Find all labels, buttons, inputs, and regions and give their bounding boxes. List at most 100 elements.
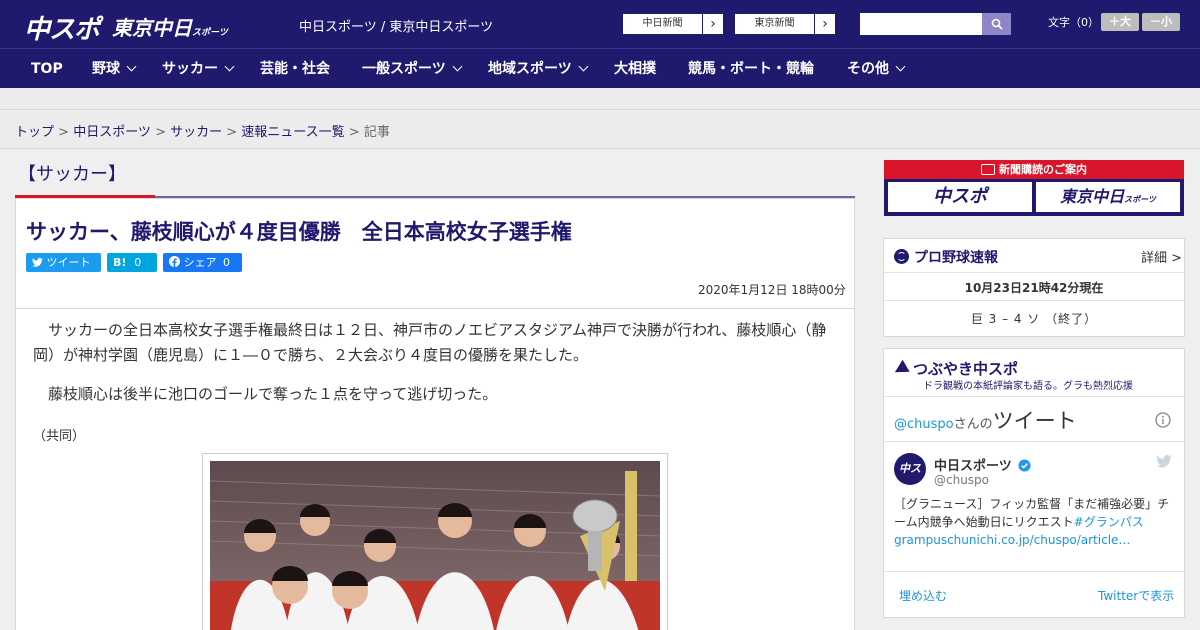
divider <box>884 571 1184 572</box>
search-button[interactable] <box>982 13 1011 35</box>
info-icon[interactable] <box>1155 412 1171 428</box>
nav-item-label: TOP <box>31 61 63 77</box>
twitter-bird-icon[interactable] <box>1156 455 1172 468</box>
ext-link-label: 東京新聞 <box>735 14 815 34</box>
divider <box>884 300 1184 301</box>
verified-badge-icon <box>1018 459 1031 472</box>
nav-item-soccer[interactable]: サッカー <box>162 49 235 89</box>
nav-item-baseball[interactable]: 野球 <box>92 49 137 89</box>
font-size-label: 文字（0） <box>1048 16 1099 29</box>
search-icon <box>991 18 1003 30</box>
category-heading: 【サッカー】 <box>18 164 126 185</box>
tokyo-chunichi-logo[interactable]: 東京中日スポーツ <box>112 12 228 41</box>
baseball-detail-link[interactable]: 詳細 > <box>1141 247 1182 266</box>
article-credit: （共同） <box>33 429 86 444</box>
article-paragraph: 藤枝順心は後半に池口のゴールで奪った１点を守って逃げ切った。 <box>33 385 498 403</box>
facebook-share-count: 0 <box>223 256 230 269</box>
breadcrumb-separator: > <box>344 125 364 140</box>
tweet-link[interactable]: grampuschunichi.co.jp/chuspo/article… <box>894 533 1130 547</box>
nav-item-regional-sports[interactable]: 地域スポーツ <box>488 49 589 89</box>
nav-item-general-sports[interactable]: 一般スポーツ <box>362 49 463 89</box>
article-date: 2020年1月12日 18時00分 <box>698 283 846 297</box>
hatena-count: 0 <box>134 256 142 269</box>
breadcrumb: トップ > 中日スポーツ > サッカー > 速報ニュース一覧 > 記事 <box>15 121 390 140</box>
nav-item-label: その他 <box>847 61 889 77</box>
nav-item-label: 地域スポーツ <box>488 61 572 77</box>
subscription-logo-small: スポーツ <box>1124 195 1156 204</box>
hatena-bookmark-button[interactable]: B! 0 <box>107 253 157 272</box>
twitter-widget-header-tail: ツイート <box>992 409 1077 433</box>
nav-item-top[interactable]: TOP <box>31 49 63 89</box>
chevron-down-icon <box>452 61 463 72</box>
baseball-title-text: プロ野球速報 <box>914 250 998 266</box>
tsubuyaki-title-text: つぶやき中スポ <box>913 360 1019 378</box>
site-title[interactable]: 中日スポーツ / 東京中日スポーツ <box>299 16 493 35</box>
tweet-button-label: ツイート <box>46 256 91 269</box>
search-input[interactable] <box>860 13 983 35</box>
font-smaller-button[interactable]: －小 <box>1142 13 1180 31</box>
subscription-title: 新聞購読のご案内 <box>884 160 1184 179</box>
baseball-box-title: プロ野球速報 <box>894 247 998 267</box>
tweet-author-name[interactable]: 中日スポーツ <box>934 455 1031 474</box>
nav-item-label: 競馬・ボート・競輪 <box>688 61 814 77</box>
baseball-icon <box>894 249 909 264</box>
twitter-bird-icon <box>32 257 43 267</box>
facebook-share-label: シェア <box>183 256 217 269</box>
embed-link[interactable]: 埋め込む <box>899 587 947 604</box>
tweet-author-handle[interactable]: @chuspo <box>934 473 989 487</box>
nav-item-label: 一般スポーツ <box>362 61 446 77</box>
chevron-down-icon <box>224 61 235 72</box>
baseball-update-time: 10月23日21時42分現在 <box>964 281 1104 295</box>
sub-nav-band <box>0 88 1200 110</box>
nav-item-racing[interactable]: 競馬・ボート・競輪 <box>688 49 814 89</box>
breadcrumb-separator: > <box>150 125 171 140</box>
newspaper-icon <box>981 164 995 175</box>
nav-item-label: 大相撲 <box>614 61 656 77</box>
article-photo[interactable] <box>210 461 660 630</box>
breadcrumb-link[interactable]: 速報ニュース一覧 <box>241 125 344 140</box>
chevron-right-icon: › <box>710 16 716 32</box>
breadcrumb-link[interactable]: 中日スポーツ <box>73 125 151 140</box>
tokyo-chunichi-logo-text: 東京中日 <box>112 16 192 40</box>
breadcrumb-current: 記事 <box>363 125 390 140</box>
tweet-button[interactable]: ツイート <box>26 253 101 272</box>
ext-link-label: 中日新聞 <box>623 14 703 34</box>
divider <box>884 272 1184 273</box>
facebook-share-button[interactable]: シェア 0 <box>163 253 242 272</box>
tweet-hashtag[interactable]: #グランパス <box>1074 515 1144 529</box>
divider <box>884 441 1184 442</box>
subscription-logo-text: 東京中日 <box>1060 187 1125 206</box>
twitter-widget-user[interactable]: @chuspo <box>894 417 954 432</box>
divider <box>884 396 1184 397</box>
tweet-author-name-text: 中日スポーツ <box>934 459 1012 474</box>
team-celebration-photo <box>210 461 660 630</box>
nav-item-label: サッカー <box>162 61 218 77</box>
chevron-right-icon: › <box>822 16 828 32</box>
main-nav: TOP 野球 サッカー 芸能・社会 一般スポーツ 地域スポーツ 大相撲 競馬・ボ… <box>0 48 1200 88</box>
chuspo-logo[interactable]: 中スポ <box>24 9 100 46</box>
hatena-label: B! <box>113 256 127 269</box>
tokyo-shimbun-link[interactable]: 東京新聞 › <box>734 13 836 35</box>
font-larger-button[interactable]: ＋大 <box>1101 13 1139 31</box>
breadcrumb-link[interactable]: トップ <box>15 125 54 140</box>
article-headline: サッカー、藤枝順心が４度目優勝 全日本高校女子選手権 <box>26 220 572 244</box>
baseball-game-score[interactable]: 巨 3 – 4 ソ （終了） <box>884 310 1184 327</box>
chevron-down-icon <box>895 61 906 72</box>
article-divider <box>16 308 854 309</box>
tokyo-chunichi-logo-small: スポーツ <box>192 28 228 38</box>
tsubuyaki-subtitle: ドラ観戦の本紙評論家も語る。グラも熱烈応援 <box>923 381 1133 392</box>
tsubuyaki-title: つぶやき中スポ <box>891 358 1019 379</box>
nav-item-entertainment[interactable]: 芸能・社会 <box>260 49 330 89</box>
facebook-icon <box>169 256 180 267</box>
nav-item-other[interactable]: その他 <box>847 49 906 89</box>
chunichi-shimbun-link[interactable]: 中日新聞 › <box>622 13 724 35</box>
avatar[interactable]: 中スポ <box>894 453 926 507</box>
twitter-widget-header: @chuspoさんのツイート <box>894 405 1077 435</box>
chevron-down-icon <box>126 61 137 72</box>
nav-item-sumo[interactable]: 大相撲 <box>614 49 656 89</box>
subscription-title-text: 新聞購読のご案内 <box>999 163 1087 176</box>
breadcrumb-link[interactable]: サッカー <box>170 125 222 140</box>
subscription-logo-tokyo-chunichi[interactable]: 東京中日スポーツ <box>1036 182 1180 212</box>
subscription-logo-chuspo[interactable]: 中スポ <box>888 182 1032 212</box>
view-on-twitter-link[interactable]: Twitterで表示 <box>1098 587 1174 604</box>
